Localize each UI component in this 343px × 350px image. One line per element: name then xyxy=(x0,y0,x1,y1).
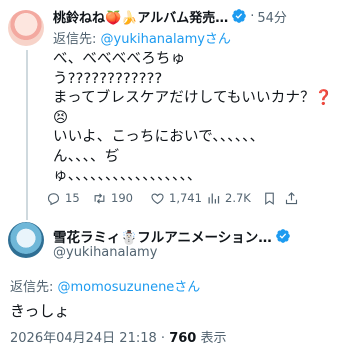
reply-to-link[interactable]: @momosuzuneneさん xyxy=(58,280,201,295)
separator-dot: · xyxy=(160,331,166,346)
verified-icon xyxy=(275,228,291,244)
replying-to: 返信先: @momosuzuneneさん xyxy=(10,276,200,295)
avatar[interactable] xyxy=(8,222,44,258)
tweet-meta: 2026年04月24日 21:18 · 760 表示 xyxy=(10,327,226,346)
tweet-header: 雪花ラミィ☃️フルアニメーション… xyxy=(53,226,291,246)
views-label: 表示 xyxy=(200,331,227,346)
user-handle[interactable]: @yukihanalamy xyxy=(53,245,157,260)
view-count: 760 xyxy=(169,331,197,346)
main-tweet: 雪花ラミィ☃️フルアニメーション… @yukihanalamy 返信先: @mo… xyxy=(0,0,343,350)
tweet-timestamp[interactable]: 2026年04月24日 21:18 xyxy=(10,331,157,346)
reply-to-prefix: 返信先: xyxy=(10,280,58,295)
tweet-text: きっしょ xyxy=(10,302,70,320)
display-name[interactable]: 雪花ラミィ☃️フルアニメーション… xyxy=(53,226,272,246)
